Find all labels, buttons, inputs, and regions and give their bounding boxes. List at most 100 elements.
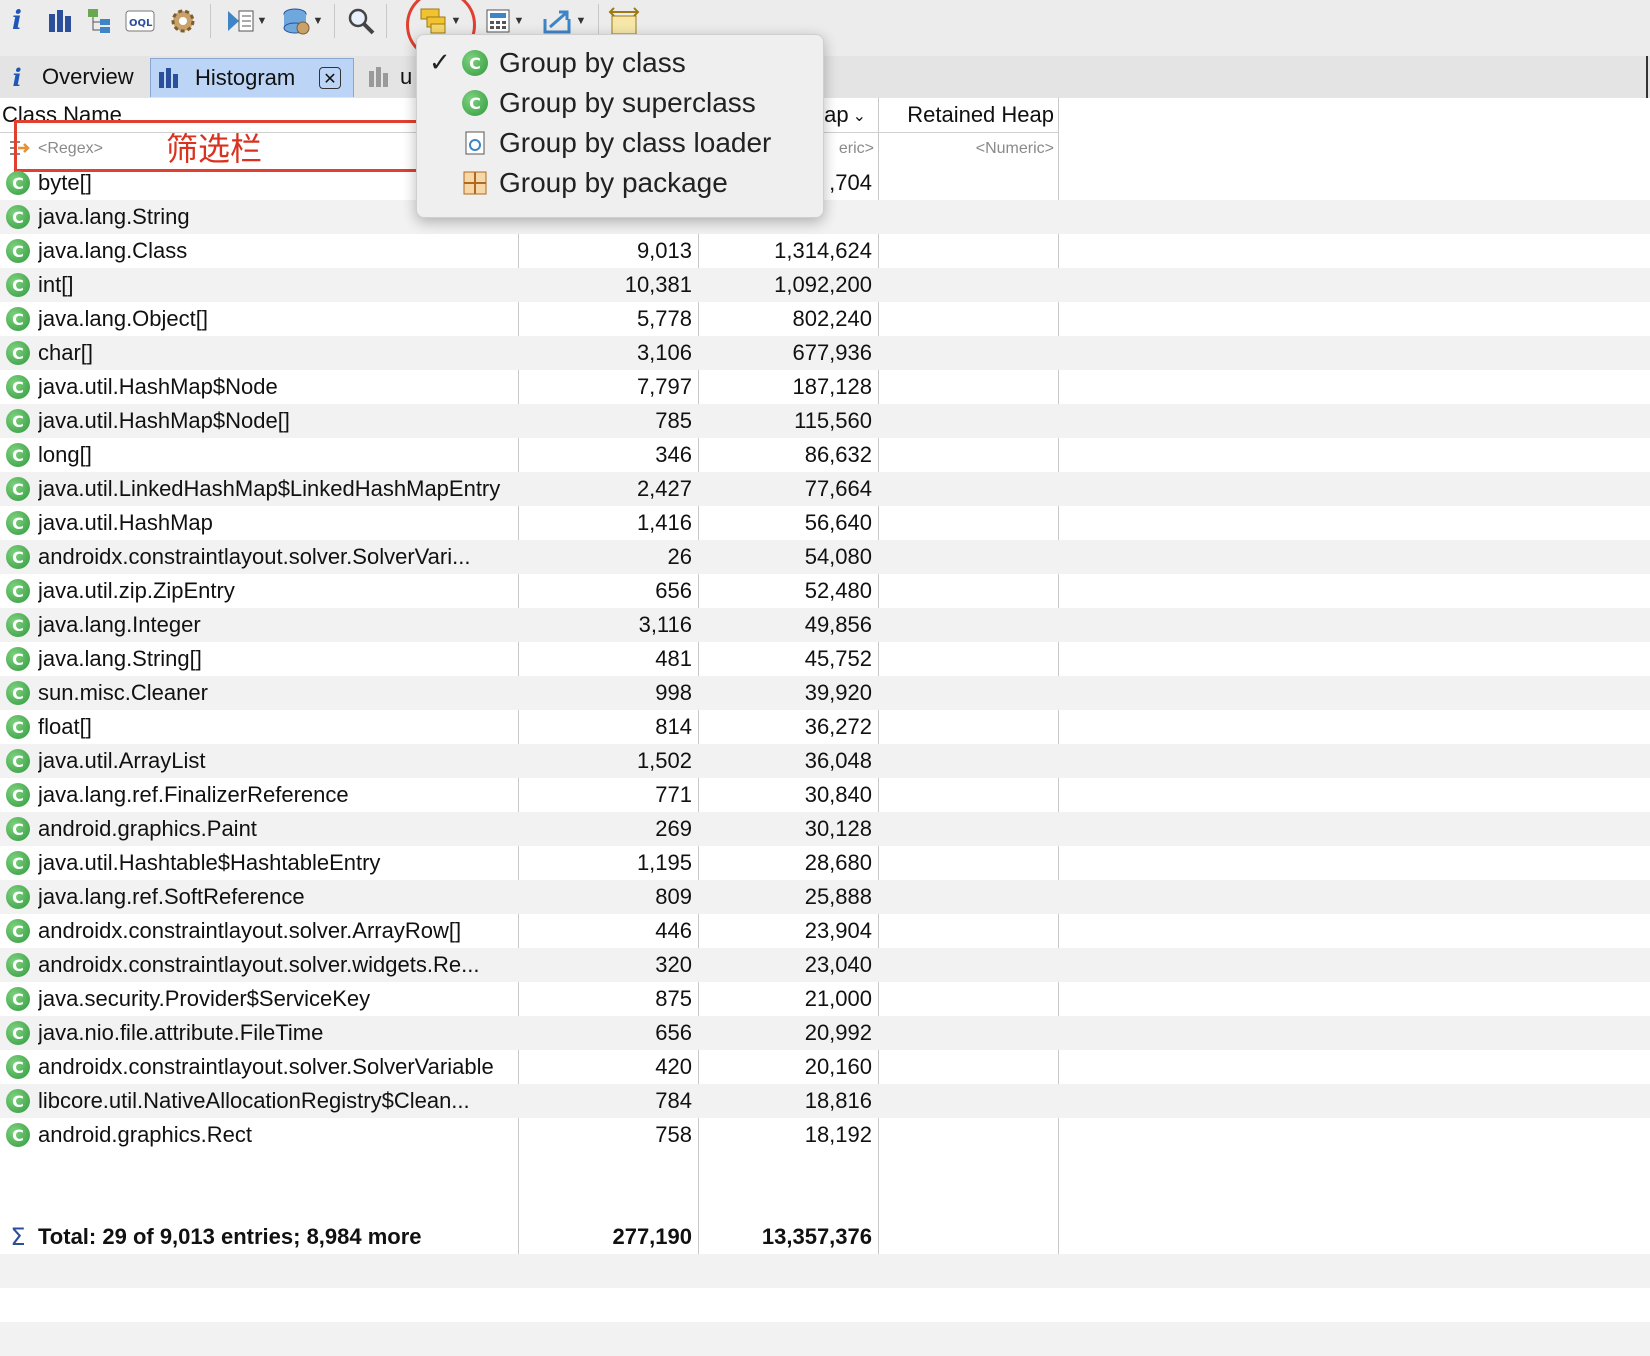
table-row[interactable]: Cjava.lang.ref.SoftReference 809 25,888 — [0, 880, 1650, 914]
class-name-cell: java.util.ArrayList — [38, 748, 206, 773]
table-row[interactable]: Cjava.util.HashMap 1,416 56,640 — [0, 506, 1650, 540]
total-objects: 277,190 — [612, 1224, 692, 1249]
dominator-tree-icon[interactable] — [84, 2, 116, 40]
class-name-cell: java.lang.ref.FinalizerReference — [38, 782, 349, 807]
shallow-heap-cell: 802,240 — [792, 306, 872, 331]
table-row[interactable]: Candroid.graphics.Paint 269 30,128 — [0, 812, 1650, 846]
menu-item-group-by-package[interactable]: Group by package — [417, 163, 823, 203]
table-row[interactable]: Cjava.security.Provider$ServiceKey 875 21,… — [0, 982, 1650, 1016]
shallow-heap-cell: 21,000 — [804, 986, 872, 1011]
table-row[interactable]: Cjava.util.zip.ZipEntry 656 52,480 — [0, 574, 1650, 608]
shallow-heap-cell: 49,856 — [804, 612, 872, 637]
editor-tabs: i Overview Histogram ✕ u — [0, 56, 1650, 99]
table-row[interactable]: Cjava.util.HashMap$Node[] 785 115,560 — [0, 404, 1650, 438]
menu-item-group-by-superclass[interactable]: C Group by superclass — [417, 83, 823, 123]
gear-icon[interactable] — [166, 2, 200, 40]
tab-unreachable-label: u — [400, 64, 413, 89]
filter-annotation: 筛选栏 — [166, 130, 263, 168]
objects-cell: 998 — [655, 680, 692, 705]
table-row[interactable]: Candroidx.constraintlayout.solver.Solver… — [0, 1050, 1650, 1084]
table-row[interactable]: Cjava.nio.file.attribute.FileTime 656 20,9… — [0, 1016, 1650, 1050]
shallow-heap-cell: 20,160 — [804, 1054, 872, 1079]
table-row[interactable]: Cbyte[] ,704 — [0, 166, 1650, 200]
checkmark-icon: ✓ — [429, 48, 451, 78]
class-icon: C — [4, 812, 32, 846]
tab-histogram[interactable]: Histogram ✕ — [150, 58, 354, 97]
tab-unreachable[interactable]: u — [364, 58, 424, 96]
class-name-cell: java.util.zip.ZipEntry — [38, 578, 235, 603]
histogram-icon[interactable] — [44, 2, 76, 40]
objects-cell: 5,778 — [636, 306, 692, 331]
column-header-retained-heap[interactable]: Retained Heap — [878, 98, 1058, 133]
shallow-heap-cell: 54,080 — [804, 544, 872, 569]
info-icon[interactable]: i — [4, 2, 30, 40]
objects-cell: 7,797 — [636, 374, 692, 399]
shallow-heap-cell: 45,752 — [804, 646, 872, 671]
objects-cell: 346 — [655, 442, 692, 467]
class-icon: C — [4, 1016, 32, 1050]
table-row[interactable]: Candroidx.constraintlayout.solver.widget… — [0, 948, 1650, 982]
oql-icon[interactable]: OQL — [124, 2, 156, 40]
objects-cell: 10,381 — [624, 272, 692, 297]
class-name-cell: java.util.LinkedHashMap$LinkedHashMapEnt… — [38, 476, 501, 501]
shallow-heap-cell: 1,314,624 — [774, 238, 872, 263]
package-icon — [461, 169, 489, 197]
table-row[interactable]: Cjava.lang.ref.FinalizerReference 771 30,8… — [0, 778, 1650, 812]
table-row[interactable]: Cjava.lang.Class 9,013 1,314,624 — [0, 234, 1650, 268]
class-name-cell: java.lang.Integer — [38, 612, 201, 637]
class-name-cell: float[] — [38, 714, 92, 739]
table-row[interactable]: Cjava.lang.Integer 3,116 49,856 — [0, 608, 1650, 642]
shallow-heap-cell: 187,128 — [792, 374, 872, 399]
class-icon: C — [4, 574, 32, 608]
column-header-shallow-heap-label: ap — [824, 102, 849, 127]
shallow-heap-cell: 20,992 — [804, 1020, 872, 1045]
table-row[interactable]: Candroidx.constraintlayout.solver.ArrayR… — [0, 914, 1650, 948]
table-row[interactable]: Cjava.lang.String[] 481 45,752 — [0, 642, 1650, 676]
table-row[interactable]: Cjava.util.HashMap$Node 7,797 187,128 — [0, 370, 1650, 404]
table-row[interactable]: Cjava.lang.String — [0, 200, 1650, 234]
search-icon[interactable] — [344, 2, 378, 40]
table-row[interactable]: Cchar[] 3,106 677,936 — [0, 336, 1650, 370]
main-toolbar: i OQL ▼ ▼ ▼ ▼ ▼ — [0, 0, 1650, 60]
class-icon: C — [4, 744, 32, 778]
table-row[interactable]: Clibcore.util.NativeAllocationRegistry$C… — [0, 1084, 1650, 1118]
table-row[interactable]: Cjava.util.ArrayList 1,502 36,048 — [0, 744, 1650, 778]
table-row[interactable]: Cjava.util.LinkedHashMap$LinkedHashMapEn… — [0, 472, 1650, 506]
objects-cell: 1,416 — [636, 510, 692, 535]
retained-heap-filter-placeholder: <Numeric> — [975, 140, 1054, 157]
class-icon: C — [4, 404, 32, 438]
close-icon[interactable]: ✕ — [319, 67, 341, 89]
menu-item-group-by-class[interactable]: ✓ C Group by class — [417, 43, 823, 83]
table-row[interactable]: Clong[] 346 86,632 — [0, 438, 1650, 472]
menu-item-label: Group by class — [499, 47, 686, 78]
shallow-heap-cell: 30,840 — [804, 782, 872, 807]
class-icon: C — [4, 1084, 32, 1118]
histogram-table: Class Name ap ⌄ Retained Heap <Regex> er… — [0, 98, 1650, 1356]
table-row[interactable]: Cjava.lang.Object[] 5,778 802,240 — [0, 302, 1650, 336]
menu-item-label: Group by package — [499, 167, 728, 198]
table-row[interactable]: Csun.misc.Cleaner 998 39,920 — [0, 676, 1650, 710]
class-icon: C — [4, 642, 32, 676]
tab-overview-label: Overview — [42, 64, 134, 89]
class-name-cell: char[] — [38, 340, 94, 365]
objects-cell: 771 — [655, 782, 692, 807]
class-name-cell: java.lang.Object[] — [38, 306, 208, 331]
retained-heap-filter-input[interactable]: <Numeric> — [878, 132, 1054, 166]
empty-row — [0, 1288, 1650, 1322]
class-loader-icon — [461, 129, 489, 157]
shallow-heap-cell: 77,664 — [804, 476, 872, 501]
window-edge — [1646, 56, 1648, 98]
table-row[interactable]: Cint[] 10,381 1,092,200 — [0, 268, 1650, 302]
table-row[interactable]: Cfloat[] 814 36,272 — [0, 710, 1650, 744]
heap-dump-icon[interactable]: ▼ — [276, 2, 328, 40]
class-icon: C — [4, 200, 32, 234]
menu-item-group-by-class-loader[interactable]: Group by class loader — [417, 123, 823, 163]
class-icon: C — [4, 948, 32, 982]
table-row[interactable]: Cjava.util.Hashtable$HashtableEntry 1,195… — [0, 846, 1650, 880]
table-row[interactable]: Candroid.graphics.Rect 758 18,192 — [0, 1118, 1650, 1152]
run-report-icon[interactable]: ▼ — [220, 2, 272, 40]
tab-overview[interactable]: i Overview — [0, 58, 144, 96]
table-row[interactable]: Candroidx.constraintlayout.solver.Solver… — [0, 540, 1650, 574]
empty-row — [0, 1322, 1650, 1356]
class-icon: C — [4, 982, 32, 1016]
